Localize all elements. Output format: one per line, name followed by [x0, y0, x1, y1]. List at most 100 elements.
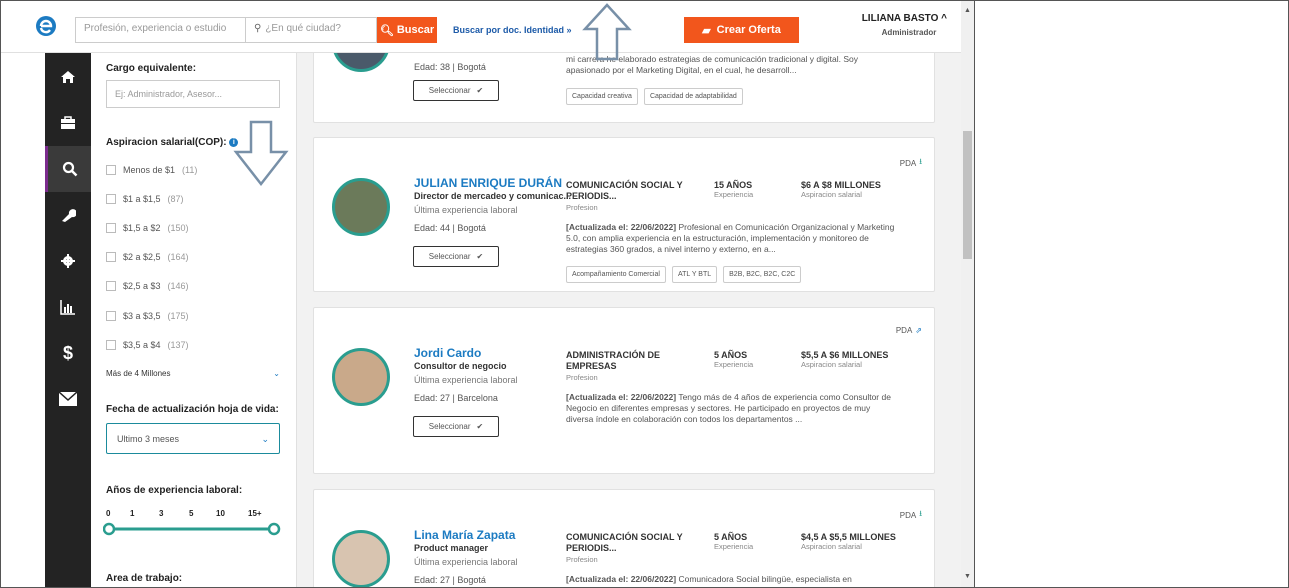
- search-button[interactable]: 🔍︎ Buscar: [377, 17, 437, 43]
- salary-value: $4,5 A $5,5 MILLONES: [801, 532, 896, 542]
- check-icon: ✔: [476, 252, 484, 261]
- description-text: Comunicadora Social bilingüe, especialis…: [678, 574, 852, 584]
- nav-gear-icon[interactable]: [45, 238, 91, 284]
- skill-tags: Capacidad creativa Capacidad de adaptabi…: [566, 88, 743, 105]
- candidate-name[interactable]: Lina María Zapata: [414, 528, 515, 542]
- candidate-role: Consultor de negocio: [414, 361, 507, 371]
- candidate-description: [Actualizada el: 22/06/2022] Profesional…: [566, 222, 896, 255]
- nav-home-icon[interactable]: [45, 54, 91, 100]
- experience-caption: Experiencia: [714, 542, 754, 551]
- candidate-experience: 5 AÑOS Experiencia: [714, 350, 753, 369]
- candidate-experience: 5 AÑOS Experiencia: [714, 532, 753, 551]
- checkbox[interactable]: [106, 223, 116, 233]
- nav-chart-icon[interactable]: [45, 284, 91, 330]
- scroll-down-icon[interactable]: ▼: [964, 573, 971, 580]
- avatar: [332, 348, 390, 406]
- slider-handle-max[interactable]: [267, 522, 281, 536]
- candidate-name[interactable]: JULIAN ENRIQUE DURÁN: [414, 176, 562, 190]
- location-pin-icon: ⚲: [254, 23, 262, 34]
- search-input[interactable]: Profesión, experiencia o estudio: [75, 17, 245, 43]
- candidate-card: PDA ⭳ JULIAN ENRIQUE DURÁN Director de me…: [313, 137, 935, 292]
- chevron-up-icon: ^: [941, 13, 947, 24]
- scroll-up-icon[interactable]: ▲: [964, 7, 971, 14]
- slider-handle-min[interactable]: [103, 522, 116, 536]
- candidate-salary: $5,5 A $6 MILLONES Aspiracion salarial: [801, 350, 888, 369]
- user-menu[interactable]: LILIANA BASTO ^ Administrador: [851, 13, 947, 37]
- user-role: Administrador: [881, 28, 937, 37]
- select-button[interactable]: Seleccionar ✔: [413, 416, 499, 437]
- salary-option-count: (137): [167, 340, 189, 350]
- update-date: [Actualizada el: 22/06/2022]: [566, 222, 677, 232]
- checkbox[interactable]: [106, 340, 116, 350]
- download-icon: ⭳: [919, 509, 922, 518]
- salary-option[interactable]: $3 a $3,5 (175): [106, 311, 189, 321]
- more-salary-toggle[interactable]: Más de 4 Millones ⌄: [106, 369, 280, 378]
- candidate-card: Edad: 38 | Bogotá Seleccionar ✔ mi carrer…: [313, 53, 935, 123]
- update-select[interactable]: Ultimo 3 meses ⌄: [106, 423, 280, 454]
- skill-tag: ATL Y BTL: [671, 266, 718, 283]
- checkbox[interactable]: [106, 252, 116, 262]
- nav-mail-icon[interactable]: [45, 376, 91, 422]
- checkbox[interactable]: [106, 281, 116, 291]
- salary-option[interactable]: $2 a $2,5 (164): [106, 252, 189, 262]
- experience-label: Años de experiencia laboral:: [106, 485, 243, 496]
- salary-value: $6 A $8 MILLONES: [801, 180, 881, 190]
- salary-option-count: (164): [167, 252, 189, 262]
- salary-option[interactable]: $3,5 a $4 (137): [106, 340, 189, 350]
- salary-option[interactable]: $2,5 a $3 (146): [106, 281, 189, 291]
- skill-tag: B2B, B2C, B2C, C2C: [723, 266, 802, 283]
- divider: [974, 0, 975, 588]
- select-button[interactable]: Seleccionar ✔: [413, 246, 499, 267]
- avatar: [332, 53, 390, 72]
- skill-tag: Acompañamiento Comercial: [566, 266, 666, 283]
- pda-link[interactable]: PDA ⭳: [900, 156, 922, 170]
- nav-briefcase-icon[interactable]: [45, 100, 91, 146]
- pda-label: PDA: [895, 326, 913, 335]
- search-by-id-link[interactable]: Buscar por doc. Identidad »: [453, 25, 572, 35]
- salary-option[interactable]: $1,5 a $2 (150): [106, 223, 189, 233]
- results-list: Edad: 38 | Bogotá Seleccionar ✔ mi carrer…: [297, 53, 961, 588]
- experience-slider[interactable]: [103, 521, 283, 537]
- salary-option[interactable]: $1 a $1,5 (87): [106, 194, 184, 204]
- select-button[interactable]: Seleccionar ✔: [413, 80, 499, 101]
- avatar: [332, 530, 390, 588]
- search-icon: 🔍︎: [379, 24, 394, 37]
- select-label: Seleccionar: [428, 252, 471, 261]
- nav-dollar-icon[interactable]: $: [45, 330, 91, 376]
- salary-caption: Aspiracion salarial: [801, 190, 862, 199]
- checkbox[interactable]: [106, 194, 116, 204]
- update-date: [Actualizada el: 22/06/2022]: [566, 392, 677, 402]
- profession-value: COMUNICACIÓN SOCIAL Y PERIODIS...: [566, 180, 683, 201]
- create-offer-button[interactable]: ▰ Crear Oferta: [684, 17, 799, 43]
- candidate-sub: Última experiencia laboral: [414, 205, 518, 215]
- candidate-name[interactable]: Jordi Cardo: [414, 346, 481, 360]
- pda-link[interactable]: PDA ⇗: [896, 326, 922, 335]
- pda-label: PDA: [899, 510, 917, 520]
- salary-option-label: $3,5 a $4: [123, 340, 161, 350]
- salary-option-label: $3 a $3,5: [123, 311, 161, 321]
- select-label: Seleccionar: [428, 86, 471, 95]
- checkbox[interactable]: [106, 165, 116, 175]
- more-salary-label: Más de 4 Millones: [106, 369, 171, 378]
- salary-option[interactable]: Menos de $1 (11): [106, 165, 197, 175]
- nav-wrench-icon[interactable]: [45, 192, 91, 238]
- profession-value: ADMINISTRACIÓN DE EMPRESAS: [566, 350, 660, 371]
- scrollbar[interactable]: ▲ ▼: [961, 1, 974, 588]
- cargo-input[interactable]: Ej: Administrador, Asesor...: [106, 80, 280, 108]
- skill-tag: Capacidad creativa: [566, 88, 638, 105]
- pda-link[interactable]: PDA ⭳: [900, 508, 922, 522]
- profession-caption: Profesion: [566, 555, 598, 564]
- candidate-age: Edad: 44 | Bogotá: [414, 223, 486, 233]
- app-window: Profesión, experiencia o estudio ⚲ ¿En qu…: [0, 0, 1289, 588]
- search-button-label: Buscar: [396, 24, 435, 36]
- logo-icon[interactable]: [35, 15, 57, 37]
- annotation-arrow-up-icon: [582, 3, 632, 61]
- candidate-description: [Actualizada el: 22/06/2022] Tengo más d…: [566, 392, 896, 425]
- salary-option-count: (11): [182, 165, 198, 175]
- nav-search-icon[interactable]: [45, 146, 91, 192]
- city-input[interactable]: ⚲ ¿En qué ciudad?: [245, 17, 377, 43]
- scroll-thumb[interactable]: [963, 131, 972, 259]
- candidate-profession: COMUNICACIÓN SOCIAL Y PERIODIS... Profesi…: [566, 180, 706, 213]
- skill-tags: Acompañamiento Comercial ATL Y BTL B2B, …: [566, 266, 802, 283]
- checkbox[interactable]: [106, 311, 116, 321]
